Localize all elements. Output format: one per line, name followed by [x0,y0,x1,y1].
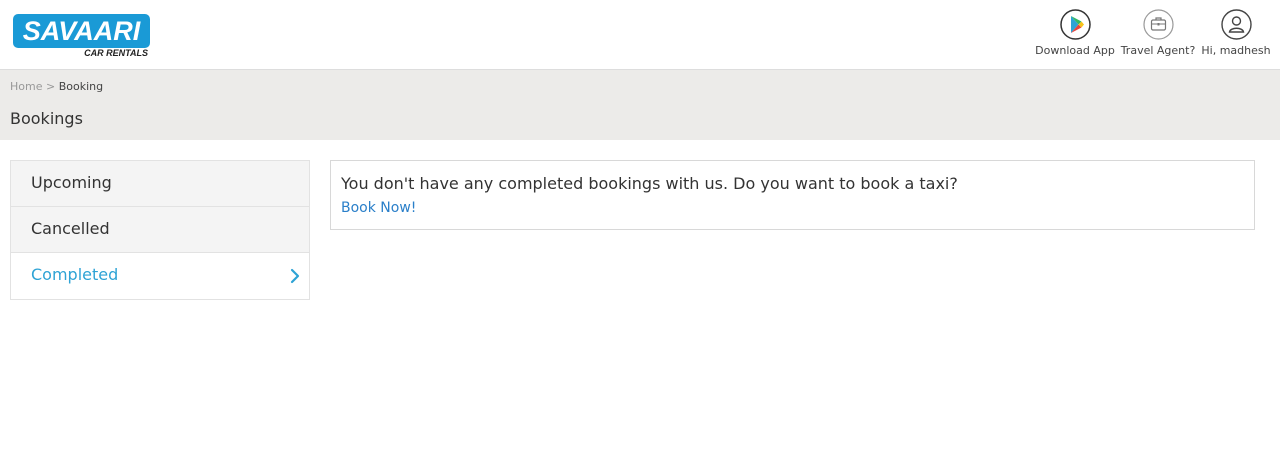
play-store-icon [1059,9,1091,40]
page-header-band [0,70,1280,140]
download-app-label: Download App [1035,44,1115,57]
logo-wordmark: SAVAARI [22,16,141,46]
travel-agent-label: Travel Agent? [1120,44,1196,57]
travel-agent-button[interactable]: Travel Agent? [1120,9,1196,61]
breadcrumb-separator: > [45,80,56,93]
breadcrumb-current: Booking [58,80,104,93]
tab-upcoming[interactable]: Upcoming [11,161,309,207]
briefcase-icon [1142,9,1174,40]
breadcrumb: Home > Booking [10,80,103,93]
booking-tabs: Upcoming Cancelled Completed [10,160,310,300]
user-icon [1220,9,1252,40]
tab-cancelled-label: Cancelled [31,219,110,238]
chevron-right-icon [290,268,300,284]
tab-completed[interactable]: Completed [11,253,309,299]
tab-completed-label: Completed [31,265,119,284]
tab-upcoming-label: Upcoming [31,173,112,192]
savaari-logo[interactable]: SAVAARI CAR RENTALS [13,14,150,60]
tab-cancelled[interactable]: Cancelled [11,207,309,253]
user-account-button[interactable]: Hi, madhesh [1200,9,1272,61]
page-title: Bookings [10,109,83,128]
breadcrumb-home-link[interactable]: Home [10,80,42,93]
bookings-panel: You don't have any completed bookings wi… [330,160,1255,230]
site-header: SAVAARI CAR RENTALS Download App Travel … [0,0,1280,70]
empty-bookings-message: You don't have any completed bookings wi… [341,174,958,193]
user-greeting-label: Hi, madhesh [1201,44,1271,57]
logo-tagline: CAR RENTALS [84,48,148,58]
download-app-button[interactable]: Download App [1034,9,1116,61]
book-now-link[interactable]: Book Now! [341,200,416,216]
